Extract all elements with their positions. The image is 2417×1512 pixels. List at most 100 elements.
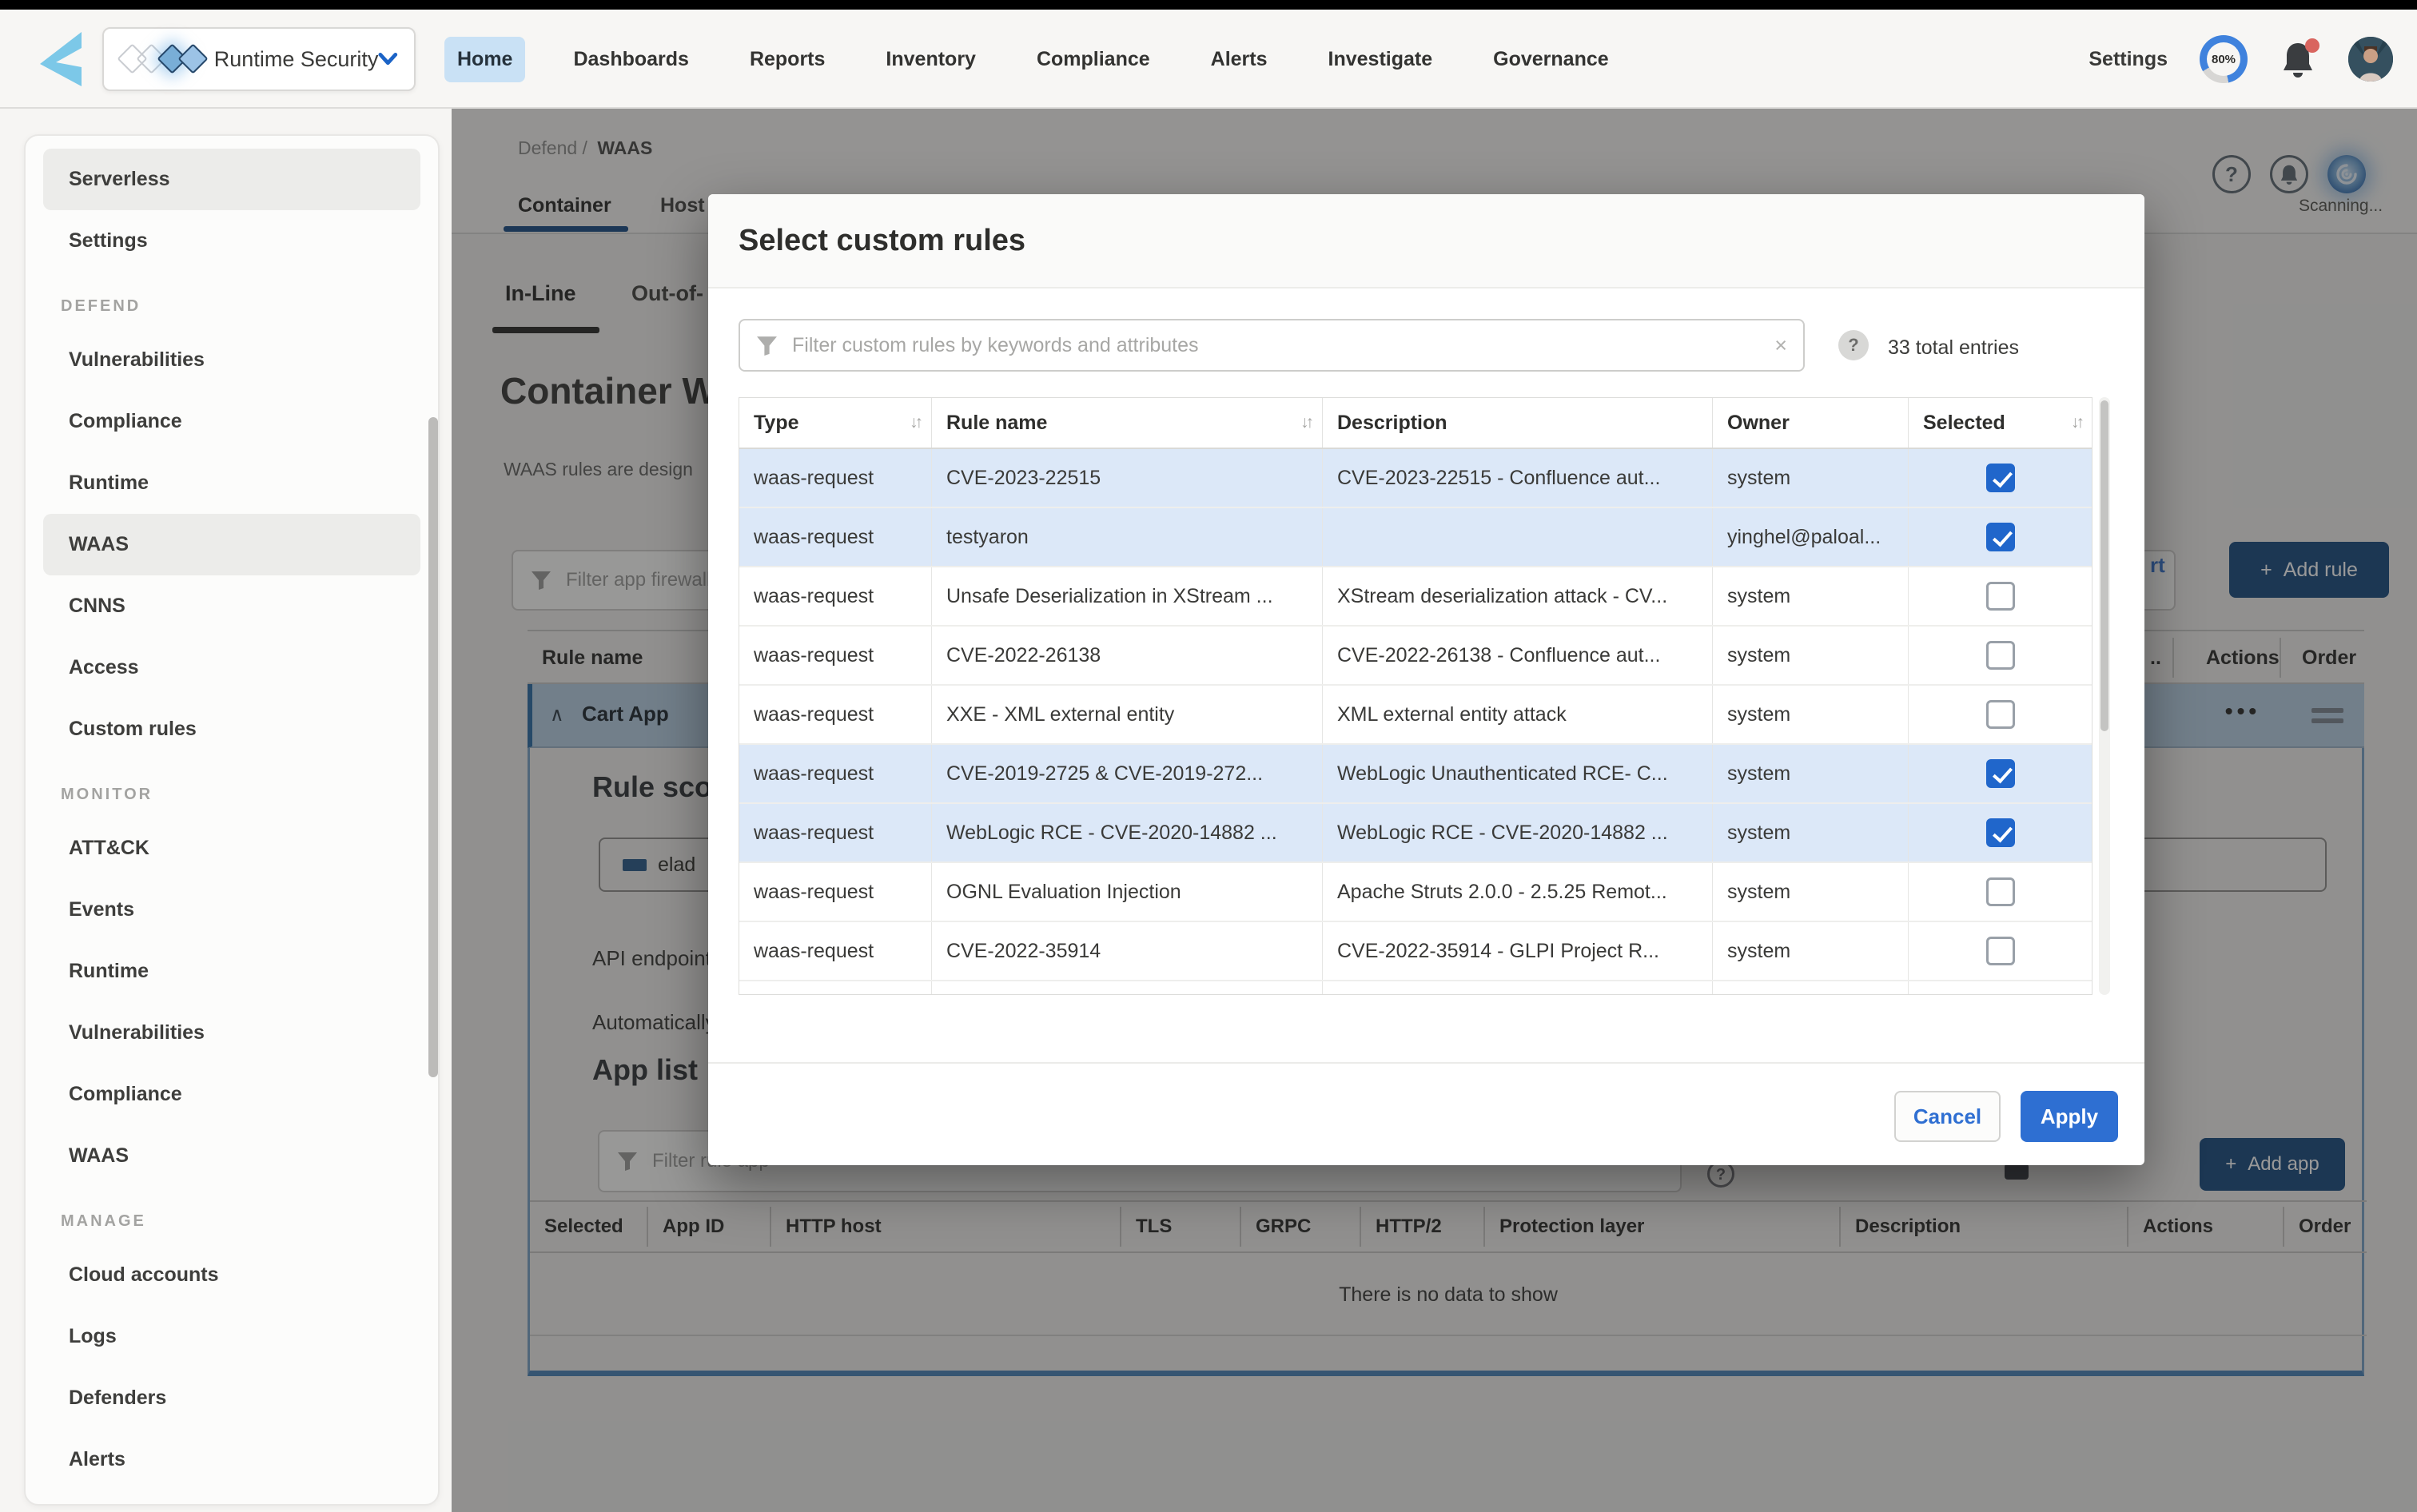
column-label: Rule name [946,412,1047,435]
sidebar-item-defenders[interactable]: Defenders [26,1367,438,1429]
column-label: Type [754,412,799,435]
cell-owner: system [1713,567,1909,625]
topbar: Runtime Security Home Dashboards Reports In… [0,10,2417,109]
sort-arrows-icon[interactable]: ↓↑ [1300,413,1311,432]
cell-selected [1909,804,2092,861]
cell-owner: system [1713,627,1909,684]
cell-selected [1909,922,2092,980]
sidebar-item-alerts[interactable]: Alerts [26,1429,438,1490]
cell-rule-name: CVE-2022-35914 [932,922,1323,980]
checkbox-checked[interactable] [1986,523,2015,551]
settings-link[interactable]: Settings [2088,48,2168,71]
nav-item-home[interactable]: Home [444,37,525,82]
sidebar-item-events[interactable]: Events [26,879,438,941]
checkbox-checked[interactable] [1986,818,2015,847]
user-avatar[interactable] [2348,37,2393,82]
custom-rule-row[interactable]: waas-requestCVE-2022-35914CVE-2022-35914… [739,922,2092,981]
sidebar-item-cloud-accounts[interactable]: Cloud accounts [26,1244,438,1306]
search-help-icon[interactable]: ? [1838,330,1869,360]
sidebar-item-compliance[interactable]: Compliance [26,1064,438,1125]
checkbox-checked[interactable] [1986,759,2015,788]
prisma-logo-icon[interactable] [37,30,83,88]
nav-item-dashboards[interactable]: Dashboards [560,37,701,82]
product-selector[interactable]: Runtime Security [102,27,416,91]
chevron-down-icon [378,52,398,66]
cell-owner [1713,981,1909,994]
sidebar-scrollbar[interactable] [428,417,438,1077]
notification-badge [2305,38,2319,53]
checkbox-unchecked[interactable] [1986,641,2015,670]
checkbox-unchecked[interactable] [1986,937,2015,965]
cell-type: waas-request [739,922,932,980]
sort-arrows-icon[interactable]: ↓↑ [910,413,920,432]
custom-rule-row[interactable]: waas-requestCVE-2023-22515CVE-2023-22515… [739,449,2092,508]
checkbox-checked[interactable] [1986,464,2015,492]
cell-description [1323,508,1713,566]
usage-gauge[interactable]: 80% [2200,35,2248,83]
sidebar-item-waas[interactable]: WAAS [43,514,420,575]
custom-rules-table-header: Type↓↑Rule name↓↑DescriptionOwnerSelecte… [739,398,2092,449]
cell-selected [1909,449,2092,507]
cell-description [1323,981,1713,994]
checkbox-unchecked[interactable] [1986,877,2015,906]
sidebar-item-vulnerabilities[interactable]: Vulnerabilities [26,1002,438,1064]
column-label: Selected [1923,412,2005,435]
modal-col-rule-name[interactable]: Rule name ↓↑ [932,398,1323,448]
sidebar-item-runtime[interactable]: Runtime [26,452,438,514]
custom-rule-row[interactable]: waas-requestWebLogic RCE - CVE-2020-1488… [739,804,2092,863]
custom-rules-search-input[interactable]: Filter custom rules by keywords and attr… [739,319,1805,372]
cancel-button[interactable]: Cancel [1894,1091,2001,1142]
cell-description: Apache Struts 2.0.0 - 2.5.25 Remot... [1323,863,1713,921]
cell-rule-name: OGNL Evaluation Injection [932,863,1323,921]
custom-rule-row-partial[interactable] [739,981,2092,994]
nav-item-governance[interactable]: Governance [1480,37,1622,82]
sidebar-item-cnns[interactable]: CNNS [26,575,438,637]
modal-title: Select custom rules [739,194,1025,287]
cell-owner: system [1713,686,1909,743]
sidebar-item-settings[interactable]: Settings [26,210,438,272]
nav-item-compliance[interactable]: Compliance [1024,37,1163,82]
clear-search-icon[interactable]: × [1774,333,1787,358]
custom-rule-row[interactable]: waas-requestCVE-2022-26138CVE-2022-26138… [739,627,2092,686]
sidebar-item-compliance[interactable]: Compliance [26,391,438,452]
checkbox-unchecked[interactable] [1986,582,2015,611]
cell-owner: system [1713,804,1909,861]
modal-col-selected[interactable]: Selected ↓↑ [1909,398,2092,448]
main-nav: Home Dashboards Reports Inventory Compliance… [444,34,1622,85]
custom-rule-row[interactable]: waas-requestXXE - XML external entityXML… [739,686,2092,745]
sidebar-item-runtime[interactable]: Runtime [26,941,438,1002]
modal-col-description[interactable]: Description [1323,398,1713,448]
cell-rule-name: CVE-2019-2725 & CVE-2019-272... [932,745,1323,802]
nav-item-reports[interactable]: Reports [737,37,838,82]
filter-funnel-icon [756,335,778,356]
sidebar-item-waas[interactable]: WAAS [26,1125,438,1187]
custom-rule-row[interactable]: waas-requesttestyaronyinghel@paloal... [739,508,2092,567]
notifications-bell-icon[interactable] [2280,40,2316,78]
sidebar-item-serverless[interactable]: Serverless [43,149,420,210]
modal-col-type[interactable]: Type ↓↑ [739,398,932,448]
modal-col-owner[interactable]: Owner [1713,398,1909,448]
cell-owner: system [1713,863,1909,921]
cell-description: XStream deserialization attack - CV... [1323,567,1713,625]
nav-item-alerts[interactable]: Alerts [1198,37,1280,82]
sidebar-item-logs[interactable]: Logs [26,1306,438,1367]
cell-selected [1909,745,2092,802]
sidebar-item-vulnerabilities[interactable]: Vulnerabilities [26,329,438,391]
sidebar-item-custom-rules[interactable]: Custom rules [26,698,438,760]
sidebar-item-att-ck[interactable]: ATT&CK [26,818,438,879]
apply-button[interactable]: Apply [2021,1091,2118,1142]
custom-rule-row[interactable]: waas-requestCVE-2019-2725 & CVE-2019-272… [739,745,2092,804]
table-scrollbar[interactable] [2099,397,2110,995]
custom-rule-row[interactable]: waas-requestUnsafe Deserialization in XS… [739,567,2092,627]
sidebar-section-defend: DEFEND [26,272,438,329]
modal-footer: Cancel Apply [708,1062,2144,1165]
cell-type: waas-request [739,449,932,507]
nav-item-investigate[interactable]: Investigate [1316,37,1446,82]
cell-type: waas-request [739,686,932,743]
sidebar-item-access[interactable]: Access [26,637,438,698]
custom-rule-row[interactable]: waas-requestOGNL Evaluation InjectionApa… [739,863,2092,922]
checkbox-unchecked[interactable] [1986,700,2015,729]
nav-item-inventory[interactable]: Inventory [873,37,989,82]
scrollbar-thumb[interactable] [2100,400,2108,731]
sort-arrows-icon[interactable]: ↓↑ [2071,413,2081,432]
